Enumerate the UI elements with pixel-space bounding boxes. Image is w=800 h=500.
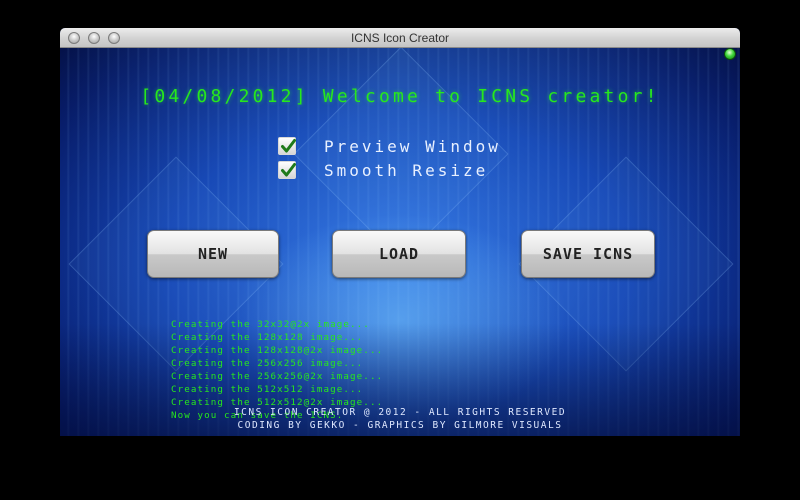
app-window: ICNS Icon Creator [04/08/2012] Welcome t…: [60, 28, 740, 436]
option-smooth-resize[interactable]: Smooth Resize: [278, 160, 488, 180]
log-line: Creating the 256x256@2x image...: [171, 371, 384, 382]
log-line: Creating the 128x128 image...: [171, 332, 364, 343]
smooth-resize-checkbox[interactable]: [278, 161, 296, 179]
preview-window-label: Preview Window: [324, 136, 501, 156]
log-line: Creating the 32x32@2x image...: [171, 319, 370, 330]
credits-text: CODING BY GEKKO - GRAPHICS BY GILMORE VI…: [237, 420, 563, 431]
welcome-message: [04/08/2012] Welcome to ICNS creator!: [140, 86, 660, 107]
checkmark-icon: [281, 163, 296, 177]
log-line: Creating the 128x128@2x image...: [171, 345, 384, 356]
preview-window-checkbox[interactable]: [278, 137, 296, 155]
checkmark-icon: [281, 139, 296, 153]
title-bar[interactable]: ICNS Icon Creator: [60, 28, 740, 48]
save-icns-button[interactable]: SAVE ICNS: [521, 230, 655, 278]
log-line: Creating the 512x512 image...: [171, 384, 364, 395]
smooth-resize-label: Smooth Resize: [324, 160, 489, 180]
copyright-text: ICNS ICON CREATOR @ 2012 - ALL RIGHTS RE…: [233, 407, 567, 418]
status-light-icon: [724, 48, 736, 60]
load-button[interactable]: LOAD: [332, 230, 466, 278]
log-line: Creating the 256x256 image...: [171, 358, 364, 369]
window-title: ICNS Icon Creator: [350, 31, 450, 45]
main-content: [04/08/2012] Welcome to ICNS creator! Pr…: [60, 48, 740, 436]
option-preview-window[interactable]: Preview Window: [278, 136, 501, 156]
new-button[interactable]: NEW: [147, 230, 279, 278]
